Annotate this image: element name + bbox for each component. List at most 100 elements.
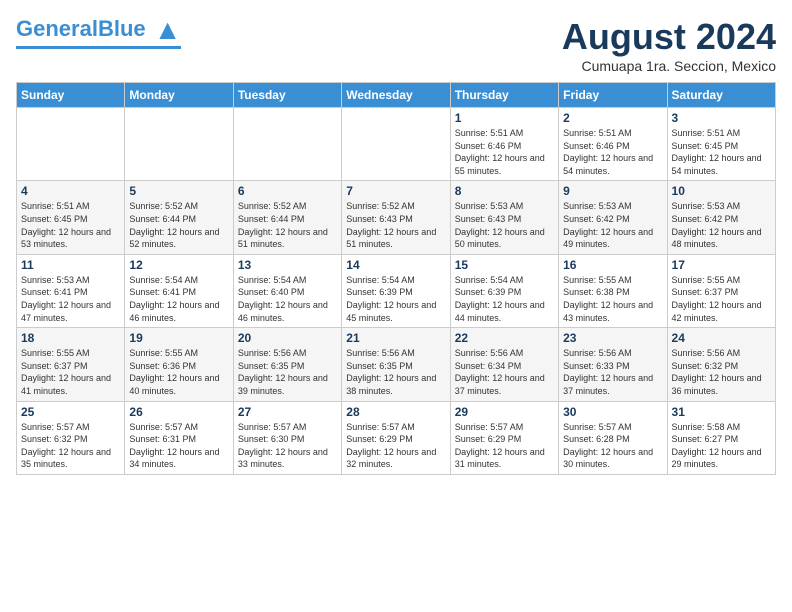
day-number: 19 (129, 331, 228, 345)
col-thursday: Thursday (450, 83, 558, 108)
day-number: 24 (672, 331, 771, 345)
day-number: 10 (672, 184, 771, 198)
day-detail: Sunrise: 5:55 AMSunset: 6:37 PMDaylight:… (672, 274, 771, 324)
day-detail: Sunrise: 5:51 AMSunset: 6:45 PMDaylight:… (21, 200, 120, 250)
calendar-cell-w4-d1: 18 Sunrise: 5:55 AMSunset: 6:37 PMDayligh… (17, 328, 125, 401)
col-friday: Friday (559, 83, 667, 108)
calendar-cell-w2-d5: 8Sunrise: 5:53 AMSunset: 6:43 PMDaylight… (450, 181, 558, 254)
calendar-cell-w3-d4: 14 Sunrise: 5:54 AMSunset: 6:39 PMDayligh… (342, 254, 450, 327)
col-saturday: Saturday (667, 83, 775, 108)
day-number: 16 (563, 258, 662, 272)
calendar-cell-w3-d6: 16 Sunrise: 5:55 AMSunset: 6:38 PMDayligh… (559, 254, 667, 327)
calendar-cell-w5-d2: 26Sunrise: 5:57 AMSunset: 6:31 PMDayligh… (125, 401, 233, 474)
day-number: 5 (129, 184, 228, 198)
calendar-cell-w3-d3: 13 Sunrise: 5:54 AMSunset: 6:40 PMDayligh… (233, 254, 341, 327)
calendar-cell-w5-d6: 30Sunrise: 5:57 AMSunset: 6:28 PMDayligh… (559, 401, 667, 474)
calendar-cell-w4-d4: 21Sunrise: 5:56 AMSunset: 6:35 PMDayligh… (342, 328, 450, 401)
logo-underline (16, 46, 181, 49)
calendar-header-row: Sunday Monday Tuesday Wednesday Thursday… (17, 83, 776, 108)
calendar-week-3: 11Sunrise: 5:53 AMSunset: 6:41 PMDayligh… (17, 254, 776, 327)
day-detail: Sunrise: 5:53 AMSunset: 6:43 PMDaylight:… (455, 200, 554, 250)
day-detail: Sunrise: 5:51 AMSunset: 6:46 PMDaylight:… (563, 127, 662, 177)
calendar-cell-w1-d5: 1 Sunrise: 5:51 AMSunset: 6:46 PMDaylight… (450, 108, 558, 181)
day-number: 18 (21, 331, 120, 345)
calendar-cell-w2-d4: 7 Sunrise: 5:52 AMSunset: 6:43 PMDaylight… (342, 181, 450, 254)
day-detail: Sunrise: 5:51 AMSunset: 6:46 PMDaylight:… (455, 127, 554, 177)
calendar-cell-w3-d1: 11Sunrise: 5:53 AMSunset: 6:41 PMDayligh… (17, 254, 125, 327)
calendar-week-1: 1 Sunrise: 5:51 AMSunset: 6:46 PMDaylight… (17, 108, 776, 181)
day-detail: Sunrise: 5:56 AMSunset: 6:33 PMDaylight:… (563, 347, 662, 397)
day-detail: Sunrise: 5:56 AMSunset: 6:35 PMDaylight:… (238, 347, 337, 397)
day-number: 29 (455, 405, 554, 419)
day-detail: Sunrise: 5:52 AMSunset: 6:43 PMDaylight:… (346, 200, 445, 250)
day-number: 1 (455, 111, 554, 125)
day-number: 7 (346, 184, 445, 198)
day-detail: Sunrise: 5:54 AMSunset: 6:39 PMDaylight:… (346, 274, 445, 324)
calendar-cell-w4-d2: 19Sunrise: 5:55 AMSunset: 6:36 PMDayligh… (125, 328, 233, 401)
calendar-week-5: 25 Sunrise: 5:57 AMSunset: 6:32 PMDayligh… (17, 401, 776, 474)
col-wednesday: Wednesday (342, 83, 450, 108)
day-detail: Sunrise: 5:55 AMSunset: 6:37 PMDaylight:… (21, 347, 120, 397)
day-number: 25 (21, 405, 120, 419)
calendar-cell-w3-d5: 15Sunrise: 5:54 AMSunset: 6:39 PMDayligh… (450, 254, 558, 327)
day-detail: Sunrise: 5:55 AMSunset: 6:38 PMDaylight:… (563, 274, 662, 324)
day-detail: Sunrise: 5:57 AMSunset: 6:32 PMDaylight:… (21, 421, 120, 471)
calendar-cell-w2-d6: 9Sunrise: 5:53 AMSunset: 6:42 PMDaylight… (559, 181, 667, 254)
calendar-cell-w2-d7: 10Sunrise: 5:53 AMSunset: 6:42 PMDayligh… (667, 181, 775, 254)
calendar-cell-w5-d1: 25 Sunrise: 5:57 AMSunset: 6:32 PMDayligh… (17, 401, 125, 474)
calendar-cell-w1-d3 (233, 108, 341, 181)
day-detail: Sunrise: 5:54 AMSunset: 6:41 PMDaylight:… (129, 274, 228, 324)
day-detail: Sunrise: 5:53 AMSunset: 6:41 PMDaylight:… (21, 274, 120, 324)
day-detail: Sunrise: 5:57 AMSunset: 6:29 PMDaylight:… (455, 421, 554, 471)
logo-text: GeneralBlue ▲ (16, 16, 181, 44)
col-monday: Monday (125, 83, 233, 108)
day-detail: Sunrise: 5:52 AMSunset: 6:44 PMDaylight:… (129, 200, 228, 250)
calendar-cell-w3-d2: 12 Sunrise: 5:54 AMSunset: 6:41 PMDayligh… (125, 254, 233, 327)
day-number: 22 (455, 331, 554, 345)
day-detail: Sunrise: 5:58 AMSunset: 6:27 PMDaylight:… (672, 421, 771, 471)
calendar-cell-w1-d4 (342, 108, 450, 181)
calendar-cell-w5-d4: 28Sunrise: 5:57 AMSunset: 6:29 PMDayligh… (342, 401, 450, 474)
day-number: 12 (129, 258, 228, 272)
day-detail: Sunrise: 5:56 AMSunset: 6:32 PMDaylight:… (672, 347, 771, 397)
calendar-cell-w1-d7: 3 Sunrise: 5:51 AMSunset: 6:45 PMDaylight… (667, 108, 775, 181)
calendar-cell-w5-d5: 29 Sunrise: 5:57 AMSunset: 6:29 PMDayligh… (450, 401, 558, 474)
calendar-cell-w1-d2 (125, 108, 233, 181)
logo-icon: ▲ (154, 14, 182, 45)
calendar-cell-w4-d7: 24 Sunrise: 5:56 AMSunset: 6:32 PMDayligh… (667, 328, 775, 401)
logo-blue: Blue (98, 16, 146, 41)
day-number: 30 (563, 405, 662, 419)
day-detail: Sunrise: 5:57 AMSunset: 6:31 PMDaylight:… (129, 421, 228, 471)
day-number: 17 (672, 258, 771, 272)
day-detail: Sunrise: 5:54 AMSunset: 6:40 PMDaylight:… (238, 274, 337, 324)
month-title: August 2024 (562, 16, 776, 58)
day-number: 13 (238, 258, 337, 272)
page-header: GeneralBlue ▲ August 2024 Cumuapa 1ra. S… (16, 16, 776, 74)
calendar-cell-w1-d1 (17, 108, 125, 181)
day-detail: Sunrise: 5:51 AMSunset: 6:45 PMDaylight:… (672, 127, 771, 177)
calendar-table: Sunday Monday Tuesday Wednesday Thursday… (16, 82, 776, 475)
calendar-cell-w4-d6: 23 Sunrise: 5:56 AMSunset: 6:33 PMDayligh… (559, 328, 667, 401)
day-detail: Sunrise: 5:56 AMSunset: 6:34 PMDaylight:… (455, 347, 554, 397)
calendar-week-4: 18 Sunrise: 5:55 AMSunset: 6:37 PMDayligh… (17, 328, 776, 401)
calendar-cell-w1-d6: 2 Sunrise: 5:51 AMSunset: 6:46 PMDaylight… (559, 108, 667, 181)
calendar-cell-w2-d1: 4 Sunrise: 5:51 AMSunset: 6:45 PMDaylight… (17, 181, 125, 254)
day-number: 2 (563, 111, 662, 125)
day-number: 23 (563, 331, 662, 345)
location-subtitle: Cumuapa 1ra. Seccion, Mexico (562, 58, 776, 74)
day-number: 4 (21, 184, 120, 198)
logo: GeneralBlue ▲ (16, 16, 181, 49)
day-detail: Sunrise: 5:57 AMSunset: 6:30 PMDaylight:… (238, 421, 337, 471)
day-detail: Sunrise: 5:56 AMSunset: 6:35 PMDaylight:… (346, 347, 445, 397)
calendar-cell-w2-d2: 5 Sunrise: 5:52 AMSunset: 6:44 PMDaylight… (125, 181, 233, 254)
day-number: 14 (346, 258, 445, 272)
day-detail: Sunrise: 5:52 AMSunset: 6:44 PMDaylight:… (238, 200, 337, 250)
day-number: 27 (238, 405, 337, 419)
day-number: 15 (455, 258, 554, 272)
day-number: 3 (672, 111, 771, 125)
calendar-cell-w4-d3: 20Sunrise: 5:56 AMSunset: 6:35 PMDayligh… (233, 328, 341, 401)
day-number: 9 (563, 184, 662, 198)
title-section: August 2024 Cumuapa 1ra. Seccion, Mexico (562, 16, 776, 74)
day-detail: Sunrise: 5:57 AMSunset: 6:29 PMDaylight:… (346, 421, 445, 471)
col-sunday: Sunday (17, 83, 125, 108)
